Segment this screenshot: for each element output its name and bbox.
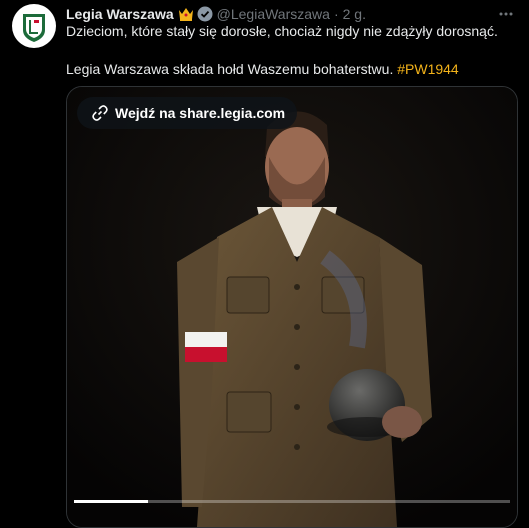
video-media[interactable]: Wejdź na share.legia.com: [66, 86, 518, 528]
link-label: Wejdź na share.legia.com: [115, 105, 286, 121]
link-button[interactable]: Wejdź na share.legia.com: [77, 97, 298, 129]
tweet-text-line-2: Legia Warszawa składa hołd Waszemu bohat…: [66, 60, 515, 79]
link-icon: [92, 105, 108, 121]
author-avatar[interactable]: [12, 4, 56, 48]
video-still-image: [67, 87, 517, 527]
tweet-header: Legia Warszawa @LegiaWarszawa · 2 g.: [66, 4, 515, 24]
verified-badge-icon[interactable]: [197, 6, 213, 22]
hashtag-link[interactable]: #PW1944: [397, 61, 458, 77]
legia-crest-icon: [15, 7, 53, 45]
author-name[interactable]: Legia Warszawa: [66, 6, 174, 22]
video-progress-bar[interactable]: [74, 500, 510, 503]
crown-icon: [178, 6, 194, 22]
more-icon[interactable]: [497, 5, 515, 23]
video-progress-fill: [74, 500, 149, 503]
author-handle[interactable]: @LegiaWarszawa: [217, 6, 330, 22]
tweet-text-line-2-body: Legia Warszawa składa hołd Waszemu bohat…: [66, 61, 394, 77]
tweet-timestamp[interactable]: 2 g.: [343, 6, 366, 22]
dot-separator: ·: [333, 6, 339, 22]
tweet-text-line-1: Dzieciom, które stały się dorosłe, choci…: [66, 23, 498, 39]
